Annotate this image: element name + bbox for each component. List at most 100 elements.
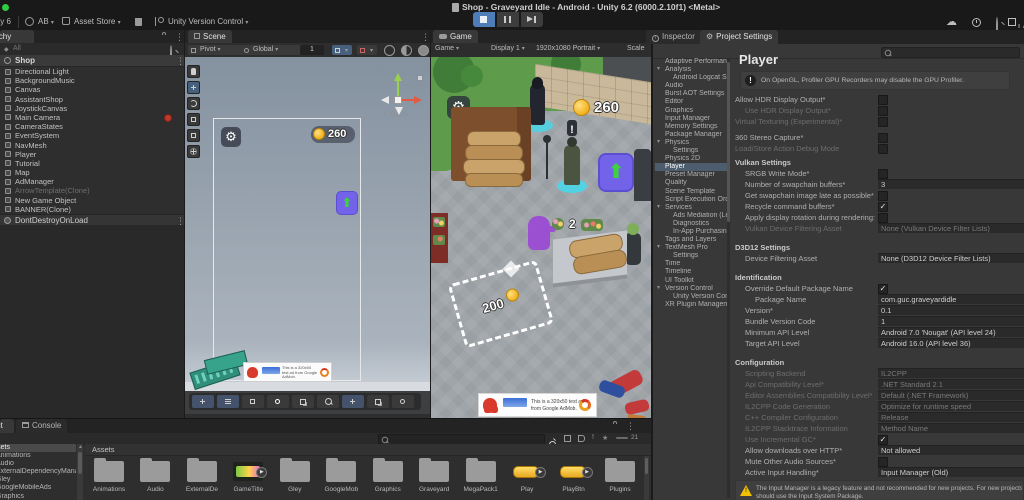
search-overlay-button[interactable]: [317, 395, 339, 408]
tree-item[interactable]: ExternalDependencyManager: [0, 468, 76, 476]
tree-scrollbar[interactable]: ▲: [77, 444, 83, 500]
settings-nav-item[interactable]: ▾ Player: [655, 163, 727, 171]
asset-folder[interactable]: ▶ Graveyard: [413, 456, 455, 500]
value-field[interactable]: Android 16.0 (API level 36): [878, 338, 1024, 348]
tab-project-settings[interactable]: ⚙Project Settings: [700, 30, 778, 44]
purchase-zone[interactable]: 200: [448, 260, 555, 349]
foldout-arrow-icon[interactable]: ▾: [657, 244, 660, 251]
transform-gizmo[interactable]: [373, 75, 423, 120]
settings-nav-item[interactable]: ▾ Adaptive Performance: [655, 58, 727, 66]
layers-button[interactable]: Layers: [1018, 17, 1024, 28]
transform-overlay-button[interactable]: [342, 395, 364, 408]
upgrade-button[interactable]: ⬆: [598, 153, 634, 192]
value-field[interactable]: Default (.NET Framework): [878, 390, 1024, 400]
grid-scrollbar[interactable]: [644, 456, 649, 500]
settings-nav-item[interactable]: ▾ Physics 2D: [655, 155, 727, 163]
settings-nav-item[interactable]: ▾ Audio: [655, 82, 727, 90]
asset-folder[interactable]: ▶ GameTitle: [227, 456, 269, 500]
settings-button[interactable]: ⚙: [221, 127, 241, 147]
settings-nav-item[interactable]: ▾ Editor: [655, 98, 727, 106]
checkbox[interactable]: [878, 435, 888, 445]
hierarchy-item[interactable]: CameraStates: [0, 122, 184, 131]
tab-game[interactable]: Game: [433, 30, 478, 43]
favorite-icon[interactable]: ★: [602, 434, 608, 442]
settings-nav-item[interactable]: ▾ Tags and Layers: [655, 236, 727, 244]
hierarchy-item[interactable]: Directional Light: [0, 67, 184, 76]
hierarchy-item[interactable]: Canvas: [0, 85, 184, 94]
asset-folder[interactable]: ▶ Gley: [274, 456, 316, 500]
zoom-slider[interactable]: [616, 437, 628, 439]
game-mode-dropdown[interactable]: Game ▾: [435, 45, 459, 52]
asset-folder[interactable]: ▶ Graphics: [367, 456, 409, 500]
tab-project[interactable]: Project: [0, 419, 14, 433]
value-field[interactable]: 3: [878, 179, 1024, 189]
checkbox[interactable]: [878, 213, 888, 223]
settings-nav-item[interactable]: ▾ Preset Manager: [655, 171, 727, 179]
tab-inspector[interactable]: iInspector: [646, 30, 701, 44]
foldout-arrow-icon[interactable]: ▾: [657, 204, 660, 211]
scene-menu-icon[interactable]: ⋮: [176, 56, 185, 66]
breadcrumb[interactable]: Assets: [92, 445, 115, 454]
scene-header-row[interactable]: Shop ⋮: [0, 55, 184, 67]
move-tool-button[interactable]: [187, 81, 200, 94]
settings-nav-item[interactable]: ▾ Unity Version Control: [655, 293, 727, 301]
checkbox[interactable]: [878, 191, 888, 201]
settings-nav-item[interactable]: ▾ Version Control: [655, 285, 727, 293]
value-field[interactable]: .NET Standard 2.1: [878, 379, 1024, 389]
play-button[interactable]: [473, 12, 495, 27]
settings-nav-item[interactable]: ▾ Timeline: [655, 268, 727, 276]
value-field[interactable]: None (D3D12 Device Filter Lists): [878, 253, 1024, 263]
circle-overlay-button[interactable]: [267, 395, 289, 408]
value-field[interactable]: None (Vulkan Device Filter Lists): [878, 223, 1024, 233]
checkbox[interactable]: [878, 457, 888, 467]
project-menu-icon[interactable]: ⋮: [626, 421, 635, 431]
layers-overlay-button[interactable]: [292, 395, 314, 408]
global-dropdown[interactable]: Global ▾: [241, 45, 305, 55]
image-overlay-button[interactable]: [242, 395, 264, 408]
asset-folder[interactable]: ▶ Audio: [134, 456, 176, 500]
display-dropdown[interactable]: Display 1 ▾: [491, 45, 525, 52]
upgrade-button[interactable]: ⬆: [336, 191, 358, 215]
checkbox[interactable]: [878, 133, 888, 143]
hierarchy-item[interactable]: NavMesh: [0, 141, 184, 150]
settings-nav-item[interactable]: ▾ Package Manager: [655, 131, 727, 139]
settings-nav-item[interactable]: ▾ Script Execution Order: [655, 196, 727, 204]
settings-nav-item[interactable]: ▾ TextMesh Pro: [655, 244, 727, 252]
asset-folder[interactable]: ▶ GoogleMob: [320, 456, 362, 500]
hierarchy-item[interactable]: AdManager: [0, 177, 184, 186]
package-icon[interactable]: [564, 435, 571, 442]
settings-nav-item[interactable]: ▾ Quality: [655, 179, 727, 187]
version-control-button[interactable]: Unity Version Control ▾: [168, 17, 248, 26]
value-field[interactable]: Optimize for runtime speed: [878, 401, 1024, 411]
settings-nav-item[interactable]: ▾ Settings: [655, 252, 727, 260]
macos-green-button[interactable]: [2, 4, 9, 11]
foldout-arrow-icon[interactable]: ▾: [657, 139, 660, 146]
tab-hierarchy[interactable]: Hierarchy: [0, 30, 34, 43]
checkbox[interactable]: [878, 95, 888, 105]
settings-nav-item[interactable]: ▾ UI Toolkit: [655, 277, 727, 285]
cards-overlay-button[interactable]: [367, 395, 389, 408]
hierarchy-item[interactable]: BANNER(Clone): [0, 205, 184, 214]
scale-tool-button[interactable]: [187, 113, 200, 126]
value-field[interactable]: Release: [878, 412, 1024, 422]
checkbox[interactable]: [878, 202, 888, 212]
settings-nav-item[interactable]: ▾ Diagnostics: [655, 220, 727, 228]
account-button[interactable]: AB ▾: [38, 17, 54, 26]
hierarchy-item[interactable]: ArrowTemplate(Clone): [0, 186, 184, 195]
scene-light-toggle[interactable]: [401, 45, 412, 56]
game-ad-banner[interactable]: This is a 320x50 test ad from Google AdM…: [478, 393, 597, 417]
game-viewport[interactable]: ⚙ 260 !: [431, 57, 651, 418]
asset-folder[interactable]: ▶ Play: [506, 456, 548, 500]
resolution-dropdown[interactable]: 1920x1080 Portrait ▾: [536, 45, 600, 52]
settings-nav-item[interactable]: ▾ Android Logcat Settings: [655, 74, 727, 82]
hand-tool-button[interactable]: [187, 65, 200, 78]
scene-menu-icon[interactable]: ⋮: [421, 32, 430, 42]
hierarchy-item[interactable]: Tutorial: [0, 159, 184, 168]
checkbox[interactable]: [878, 106, 888, 116]
tree-item[interactable]: Graphics: [0, 493, 76, 500]
settings-nav-item[interactable]: ▾ In-App Purchasing: [655, 228, 727, 236]
settings-nav-item[interactable]: ▾ XR Plugin Management: [655, 301, 727, 309]
move-tool-overlay-button[interactable]: [192, 395, 214, 408]
settings-nav-item[interactable]: ▾ Ads Mediation (LevelPlay): [655, 212, 727, 220]
asset-folder[interactable]: ▶ Plugins: [599, 456, 641, 500]
